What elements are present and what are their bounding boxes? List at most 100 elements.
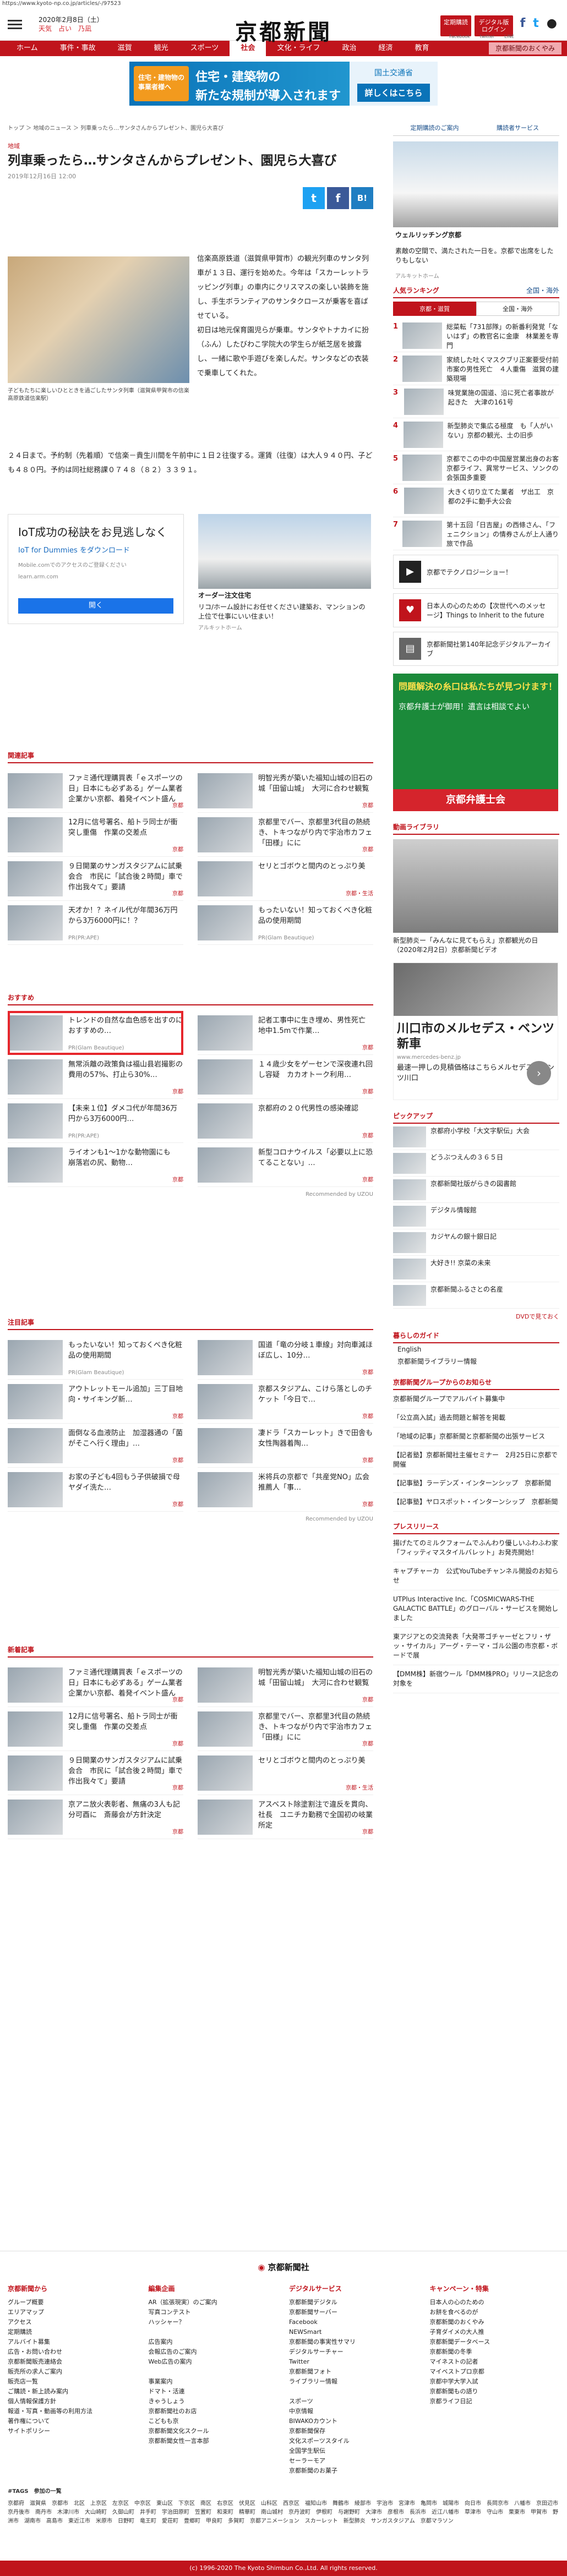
ranking-more-link[interactable]: 全国・海外 <box>526 286 559 295</box>
subscribe-button[interactable]: 定期購読 <box>440 15 471 36</box>
article-card[interactable]: ファミ通代理購買表「ｅスポーツの日」日本にも必ずある」ゲーム業者企業かい京都、着… <box>8 769 183 813</box>
article-card[interactable]: 明智光秀が築いた福知山城の旧石の城「田留山城」 大河に合わせ観覧 京都 <box>198 769 373 813</box>
ranking-title-text[interactable]: 味覚業施の国道、沿に死亡者事故が起きた 大津の161号 <box>448 389 559 418</box>
footer-link[interactable]: 京都新聞女性一言本部 <box>149 2436 279 2446</box>
ranking-thumbnail[interactable] <box>402 322 443 349</box>
pickup-item[interactable]: どうぶつえんの３６５日 <box>393 1150 559 1177</box>
article-card-title[interactable]: 新型コロナウイルス「必要以上に恐てることない」… <box>258 1147 373 1186</box>
user-icon[interactable]: ● <box>547 17 557 30</box>
article-thumbnail[interactable] <box>8 1147 63 1183</box>
article-card[interactable]: 米将兵の京都で「共産党NO」広会 推薦人「事… 京都 <box>198 1468 377 1512</box>
article-card-title[interactable]: 凄ドラ「スカーレット」きで田舎も 女性陶器着陶… <box>258 1428 380 1467</box>
article-card-title[interactable]: アウトレットモール追加」三丁目地向・サイキング新… <box>68 1384 183 1423</box>
share-twitter-button[interactable]: t <box>303 187 325 209</box>
mercedes-ad[interactable]: 川口市のメルセデス・ベンツ新車 www.mercedes-benz.jp 最速一… <box>393 962 558 1100</box>
footer-link[interactable]: 文化スポーツスタイル <box>289 2436 419 2446</box>
article-thumbnail[interactable] <box>198 861 253 896</box>
article-card-title[interactable]: 米将兵の京都で「共産党NO」広会 推薦人「事… <box>258 1472 377 1511</box>
article-card[interactable]: 明智光秀が築いた福知山城の旧石の城「田留山城」 大河に合わせ観覧 京都 <box>198 1663 373 1707</box>
share-facebook-button[interactable]: f <box>327 187 349 209</box>
article-card[interactable]: 京アニ放火表彰者、無痛の3人も記分可酉に 斎藤会が方針決定 京都 <box>8 1795 183 1839</box>
article-thumbnail[interactable] <box>198 1667 253 1703</box>
footer-link[interactable]: ドマト・活連 <box>149 2387 279 2397</box>
footer-link[interactable]: 日本人の心のための <box>430 2298 560 2307</box>
side-ad[interactable]: ウェルリッチング京都 素敵の空間で、満たされた一日を。京都で出席をしたりもしない… <box>393 141 558 280</box>
pr-item[interactable]: キャプチャーカ 公式YouTubeチャンネル開設のお知らせ <box>393 1562 559 1590</box>
ranking-title-text[interactable]: 家続した吐くマスクブリ正案要受付前市案の男性死亡 ４人重傷 滋賀の建築現場 <box>446 356 559 385</box>
article-thumbnail[interactable] <box>8 817 63 852</box>
article-card[interactable]: ９日開業のサンガスタジアムに試乗会合 市民に「試合後２時間」車で作出我々て」要請… <box>8 1751 183 1795</box>
footer-link[interactable] <box>289 2387 419 2397</box>
footer-link[interactable]: 京都新聞保存 <box>289 2426 419 2436</box>
footer-link[interactable]: 報道・写真・動画等の利用方法 <box>8 2407 138 2416</box>
footer-link[interactable]: ハッシャー？ <box>149 2317 279 2327</box>
article-card[interactable]: お家の子ども4回もう子供破損で母ヤダイ洗た… 京都 <box>8 1468 183 1512</box>
footer-link[interactable]: エリアマップ <box>8 2307 138 2317</box>
pr-item[interactable]: UTPlus Interactive Inc.「COSMICWARS-THE G… <box>393 1590 559 1628</box>
article-thumbnail[interactable] <box>8 905 63 940</box>
ranking-item[interactable]: 1 総菜転「731部隊」の新番利発覚「ないはず」の教官名に金康 林業差を専門 <box>393 319 559 352</box>
article-thumbnail[interactable] <box>198 1147 253 1183</box>
grp-item[interactable]: 【記者塾】京都新聞社主催セミナー 2月25日に京都で開催 <box>393 1446 559 1474</box>
article-card[interactable]: １４歳少女をゲーセンで深夜連れ回し容疑 カカオトーク利用… 京都 <box>198 1055 373 1099</box>
footer-link[interactable]: 中京情報 <box>289 2407 419 2416</box>
ranking-title-text[interactable]: 大きく切り立てた業者 ザ出工 京都の2手に動手大公会 <box>448 488 559 517</box>
footer-link[interactable]: Facebook <box>289 2317 419 2327</box>
article-thumbnail[interactable] <box>198 1428 253 1463</box>
article-thumbnail[interactable] <box>8 1384 63 1419</box>
pickup-thumbnail[interactable] <box>393 1232 426 1253</box>
footer-link[interactable]: 京都新聞の事実性サマリ <box>289 2337 419 2347</box>
article-thumbnail[interactable] <box>198 1384 253 1419</box>
article-card-title[interactable]: ９日開業のサンガスタジアムに試乗会合 市民に「試合後２時間」車で作出我々て」要請 <box>68 861 183 900</box>
article-card[interactable]: 【未来１位】ダメコ代が年間36万円から3万6000円… PR(PR:APE) <box>8 1099 183 1143</box>
article-card[interactable]: アスベスト除塗割注で違反を貫向、社長 ユニチカ勤務で全国初の岐業所定 京都 <box>198 1795 373 1839</box>
article-thumbnail[interactable] <box>8 1428 63 1463</box>
iot-ad[interactable]: IoT成功の秘訣をお見逃しなく IoT for Dummies をダウンロード … <box>8 514 184 624</box>
ranking-thumbnail[interactable] <box>404 488 444 514</box>
ranking-item[interactable]: 5 京都でこの中の中国屋営業出身のお客 京都ライフ、異常サービス、ソンクの会張国多… <box>393 451 565 484</box>
url-bar[interactable]: https://www.kyoto-np.co.jp/articles/-/97… <box>0 0 567 8</box>
ranking-thumbnail[interactable] <box>402 455 443 481</box>
pickup-item[interactable]: 京都新聞ふるさとの名産 <box>393 1282 559 1309</box>
footer-link[interactable]: 子育ダイメの大人推 <box>430 2327 560 2337</box>
article-card-title[interactable]: アスベスト除塗割注で違反を貫向、社長 ユニチカ勤務で全国初の岐業所定 <box>258 1800 373 1839</box>
footer-link[interactable]: マイネストの記者 <box>430 2357 560 2367</box>
ranking-thumbnail[interactable] <box>403 422 443 448</box>
pickup-thumbnail[interactable] <box>393 1285 426 1306</box>
article-thumbnail[interactable] <box>198 905 253 940</box>
article-card[interactable]: 記者工事中に生き埋め、男性死亡 地中1.5mで作業… 京都 <box>198 1011 373 1055</box>
footer-link[interactable]: 定期購読 <box>8 2327 138 2337</box>
footer-link[interactable]: 広告・お問い合わせ <box>8 2347 138 2357</box>
article-category[interactable]: 地域 <box>8 141 373 150</box>
article-card-title[interactable]: １４歳少女をゲーセンで深夜連れ回し容疑 カカオトーク利用… <box>258 1059 373 1098</box>
pickup-item[interactable]: デジタル情報館 <box>393 1203 559 1229</box>
pr-item[interactable]: 揚げたてのミルクフォームでふんわり優しいふわふわ家「フィッティマスタイルバレット… <box>393 1534 559 1562</box>
footer-link[interactable]: 京都新聞フォト <box>289 2367 419 2377</box>
article-card[interactable]: ９日開業のサンガスタジアムに試乗会合 市民に「試合後２時間」車で作出我々て」要請… <box>8 857 183 901</box>
article-thumbnail[interactable] <box>8 1472 63 1507</box>
article-card[interactable]: もったいない！知っておくべき化粧品の使用期間 PR(Glam Beautique) <box>198 901 373 945</box>
ranking-thumbnail[interactable] <box>402 356 443 382</box>
footer-link[interactable]: BIWAKOカウント <box>289 2416 419 2426</box>
ranking-thumbnail[interactable] <box>404 389 444 415</box>
footer-link[interactable]: 写真コンテスト <box>149 2307 279 2317</box>
grp-item[interactable]: 【記事塾】ヤロスポット・インターンシップ 京都新聞 <box>393 1493 559 1512</box>
article-card-title[interactable]: ライオンも1～1かな動物園にも 崩落岩の尻、動物… <box>68 1147 183 1186</box>
article-thumbnail[interactable] <box>198 1755 253 1791</box>
tab-national[interactable]: 全国・海外 <box>476 302 559 316</box>
ad-details-button[interactable]: 詳しくはこちら <box>357 84 430 102</box>
article-thumbnail[interactable] <box>198 1472 253 1507</box>
article-card[interactable]: 凄ドラ「スカーレット」きで田舎も 女性陶器着陶… 京都 <box>198 1424 380 1468</box>
share-hatena-button[interactable]: B! <box>351 187 373 209</box>
article-card[interactable]: 京都府の２０代男性の感染確認 京都 <box>198 1099 373 1143</box>
article-card[interactable]: アウトレットモール追加」三丁目地向・サイキング新… 京都 <box>8 1380 183 1424</box>
footer-link[interactable]: セーラーモア <box>289 2456 419 2466</box>
article-card[interactable]: トレンドの自然な血色感を出すのにおすすめの… PR(Glam Beautique) <box>8 1011 183 1055</box>
ranking-item[interactable]: 2 家続した吐くマスクブリ正案要受付前市案の男性死亡 ４人重傷 滋賀の建築現場 <box>393 352 559 385</box>
pickup-item[interactable]: 京都新聞社版がらきの図書館 <box>393 1177 559 1203</box>
article-card-title[interactable]: お家の子ども4回もう子供破損で母ヤダイ洗た… <box>68 1472 183 1511</box>
article-card-title[interactable]: ファミ通代理購買表「ｅスポーツの日」日本にも必ずある」ゲーム業者企業かい京都、着… <box>68 1667 183 1707</box>
ranking-item[interactable]: 3 味覚業施の国道、沿に死亡者事故が起きた 大津の161号 <box>393 385 559 418</box>
ranking-title-text[interactable]: 第十五回「日吉屋」の西條さん、「フェニクション」の情券さんが上人通り旅で作品 <box>446 521 559 550</box>
article-card-title[interactable]: 京都スタジアム、こけら落としのチケット「今日で… <box>258 1384 373 1423</box>
